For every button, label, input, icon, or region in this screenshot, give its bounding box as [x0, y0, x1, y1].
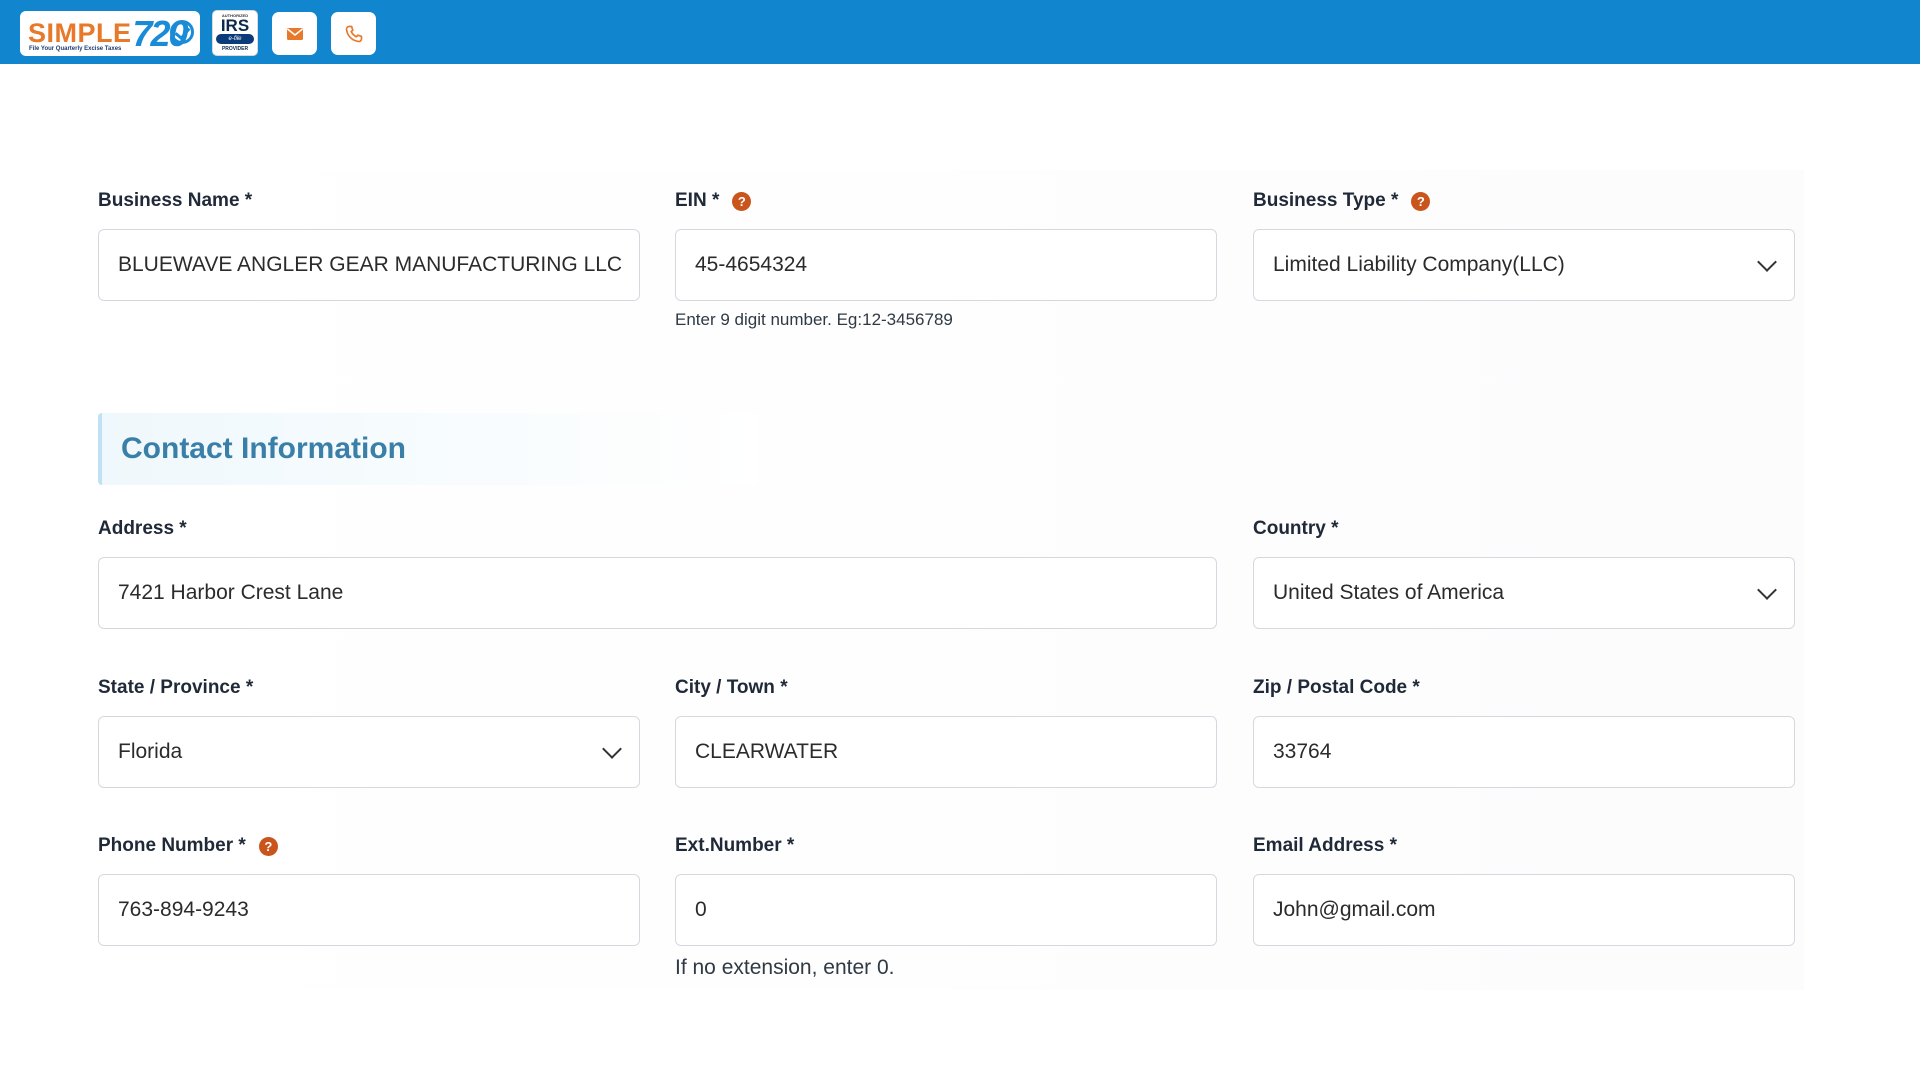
state-label-text: State / Province *	[98, 677, 254, 698]
business-name-label-text: Business Name *	[98, 190, 253, 211]
chevron-down-icon	[1757, 580, 1777, 600]
email-label-text: Email Address *	[1253, 835, 1397, 856]
section-title: Contact Information	[121, 432, 406, 465]
business-type-select[interactable]: Limited Liability Company(LLC)	[1253, 229, 1795, 301]
logo-word: SIMPLE	[28, 18, 132, 48]
business-type-label-text: Business Type *	[1253, 190, 1399, 211]
ein-value: 45-4654324	[695, 253, 808, 276]
country-label: Country *	[1253, 518, 1339, 540]
contact-information-heading: Contact Information	[98, 413, 758, 485]
business-name-input[interactable]: BLUEWAVE ANGLER GEAR MANUFACTURING LLC	[98, 229, 640, 301]
chevron-down-icon	[602, 739, 622, 759]
city-input[interactable]: CLEARWATER	[675, 716, 1217, 788]
email-input[interactable]: John@gmail.com	[1253, 874, 1795, 946]
chevron-down-icon	[1757, 252, 1777, 272]
badge-efile: e-file	[216, 34, 254, 44]
business-name-label: Business Name *	[98, 190, 252, 212]
country-label-text: Country *	[1253, 518, 1339, 539]
logo-tagline: File Your Quarterly Excise Taxes	[29, 46, 122, 52]
help-icon[interactable]: ?	[258, 836, 278, 856]
simple720-logo[interactable]: SIMPLE 720 File Your Quarterly Excise Ta…	[20, 11, 200, 56]
state-value: Florida	[118, 740, 183, 763]
city-label-text: City / Town *	[675, 677, 788, 698]
zip-value: 33764	[1273, 740, 1332, 763]
ext-hint: If no extension, enter 0.	[675, 956, 895, 979]
zip-input[interactable]: 33764	[1253, 716, 1795, 788]
ein-hint: Enter 9 digit number. Eg:12-3456789	[675, 310, 953, 329]
state-label: State / Province *	[98, 677, 253, 699]
state-select[interactable]: Florida	[98, 716, 640, 788]
help-icon[interactable]: ?	[732, 191, 752, 211]
zip-label: Zip / Postal Code *	[1253, 677, 1420, 699]
country-select[interactable]: United States of America	[1253, 557, 1795, 629]
email-value: John@gmail.com	[1273, 898, 1436, 921]
address-label-text: Address *	[98, 518, 187, 539]
email-label: Email Address *	[1253, 835, 1397, 857]
country-value: United States of America	[1273, 581, 1505, 604]
ein-label: EIN * ?	[675, 190, 752, 212]
irs-efile-badge: AUTHORIZED IRS e-file PROVIDER	[212, 10, 258, 56]
business-type-value: Limited Liability Company(LLC)	[1273, 253, 1565, 276]
ext-value: 0	[695, 898, 707, 921]
ext-label-text: Ext.Number *	[675, 835, 795, 856]
ein-label-text: EIN *	[675, 190, 720, 211]
phone-label-text: Phone Number *	[98, 835, 246, 856]
address-input[interactable]: 7421 Harbor Crest Lane	[98, 557, 1217, 629]
top-bar: SIMPLE 720 File Your Quarterly Excise Ta…	[0, 0, 1920, 64]
phone-label: Phone Number * ?	[98, 835, 278, 857]
help-icon[interactable]: ?	[1411, 191, 1431, 211]
address-value: 7421 Harbor Crest Lane	[118, 581, 344, 604]
address-label: Address *	[98, 518, 187, 540]
ein-input[interactable]: 45-4654324	[675, 229, 1217, 301]
checkmark-icon	[170, 20, 194, 44]
envelope-icon	[286, 27, 303, 40]
phone-value: 763-894-9243	[118, 898, 249, 921]
badge-irs: IRS	[220, 16, 250, 35]
ext-label: Ext.Number *	[675, 835, 794, 857]
phone-icon	[345, 25, 362, 42]
phone-button[interactable]	[331, 12, 376, 55]
zip-label-text: Zip / Postal Code *	[1253, 677, 1420, 698]
city-value: CLEARWATER	[695, 740, 839, 763]
email-button[interactable]	[272, 12, 317, 55]
ext-input[interactable]: 0	[675, 874, 1217, 946]
badge-provider: PROVIDER	[221, 46, 249, 52]
business-type-label: Business Type * ?	[1253, 190, 1431, 212]
city-label: City / Town *	[675, 677, 788, 699]
phone-input[interactable]: 763-894-9243	[98, 874, 640, 946]
business-name-value: BLUEWAVE ANGLER GEAR MANUFACTURING LLC	[118, 253, 623, 276]
